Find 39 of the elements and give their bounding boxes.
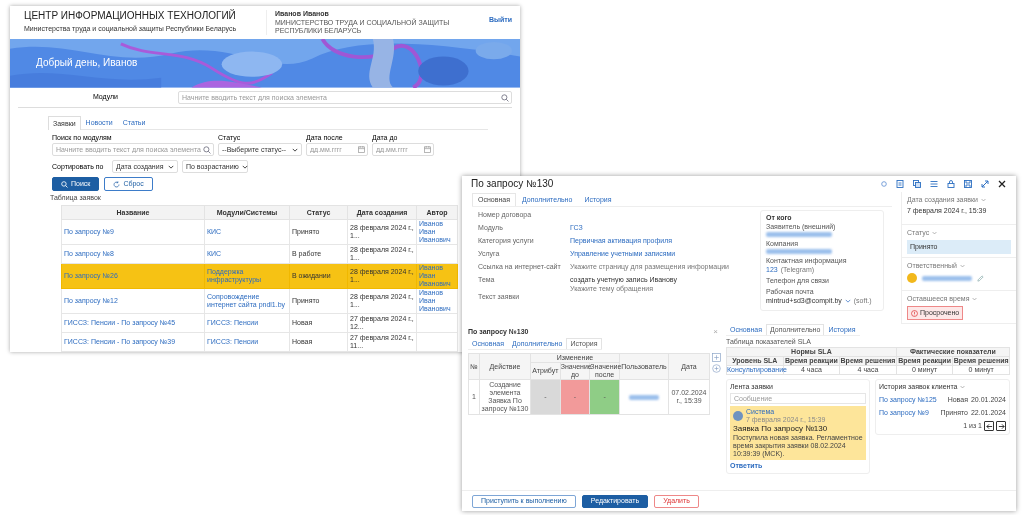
avatar-icon <box>733 411 743 421</box>
chevron-icon <box>168 164 174 169</box>
alert-icon <box>911 309 918 317</box>
calendar-icon <box>424 146 431 153</box>
lock-icon[interactable] <box>947 180 955 188</box>
chevron-icon[interactable] <box>980 198 986 202</box>
copy-icon[interactable] <box>913 180 921 188</box>
export-icon[interactable] <box>712 353 721 362</box>
chevron-icon[interactable] <box>960 385 966 389</box>
chevron-icon[interactable] <box>844 299 851 303</box>
circle-icon[interactable] <box>881 181 887 187</box>
blurred-text <box>922 275 972 281</box>
refresh-icon <box>113 180 121 188</box>
chevron-icon <box>241 164 248 169</box>
previous-page-button[interactable] <box>984 421 994 431</box>
search-icon <box>61 180 68 188</box>
close-icon[interactable] <box>998 180 1006 188</box>
document-icon[interactable] <box>896 180 904 188</box>
avatar-icon <box>907 273 917 283</box>
greeting-text: Добрый день, Иванов <box>35 57 138 70</box>
list-icon[interactable] <box>930 180 938 188</box>
expand-icon[interactable] <box>981 180 989 188</box>
calendar-icon <box>358 146 365 153</box>
next-page-button[interactable] <box>996 421 1006 431</box>
add-icon[interactable] <box>712 364 721 373</box>
chevron-icon[interactable] <box>932 231 938 235</box>
chevron-icon <box>292 147 298 152</box>
search-icon <box>203 146 211 154</box>
entry-title: Заявка По запросу №130 <box>733 424 828 434</box>
pencil-icon[interactable] <box>977 274 984 282</box>
chevron-icon[interactable] <box>972 297 978 301</box>
blurred-text <box>629 394 659 400</box>
chevron-icon[interactable] <box>960 264 965 268</box>
left-arrow-icon <box>985 422 993 430</box>
search-icon <box>501 93 509 102</box>
right-arrow-icon <box>997 422 1005 430</box>
ticket-title: По запросу №130 <box>471 178 554 190</box>
site-title: ЦЕНТР ИНФОРМАЦИОННЫХ ТЕХНОЛОГИЙ <box>24 10 236 22</box>
save-icon[interactable] <box>964 180 972 188</box>
